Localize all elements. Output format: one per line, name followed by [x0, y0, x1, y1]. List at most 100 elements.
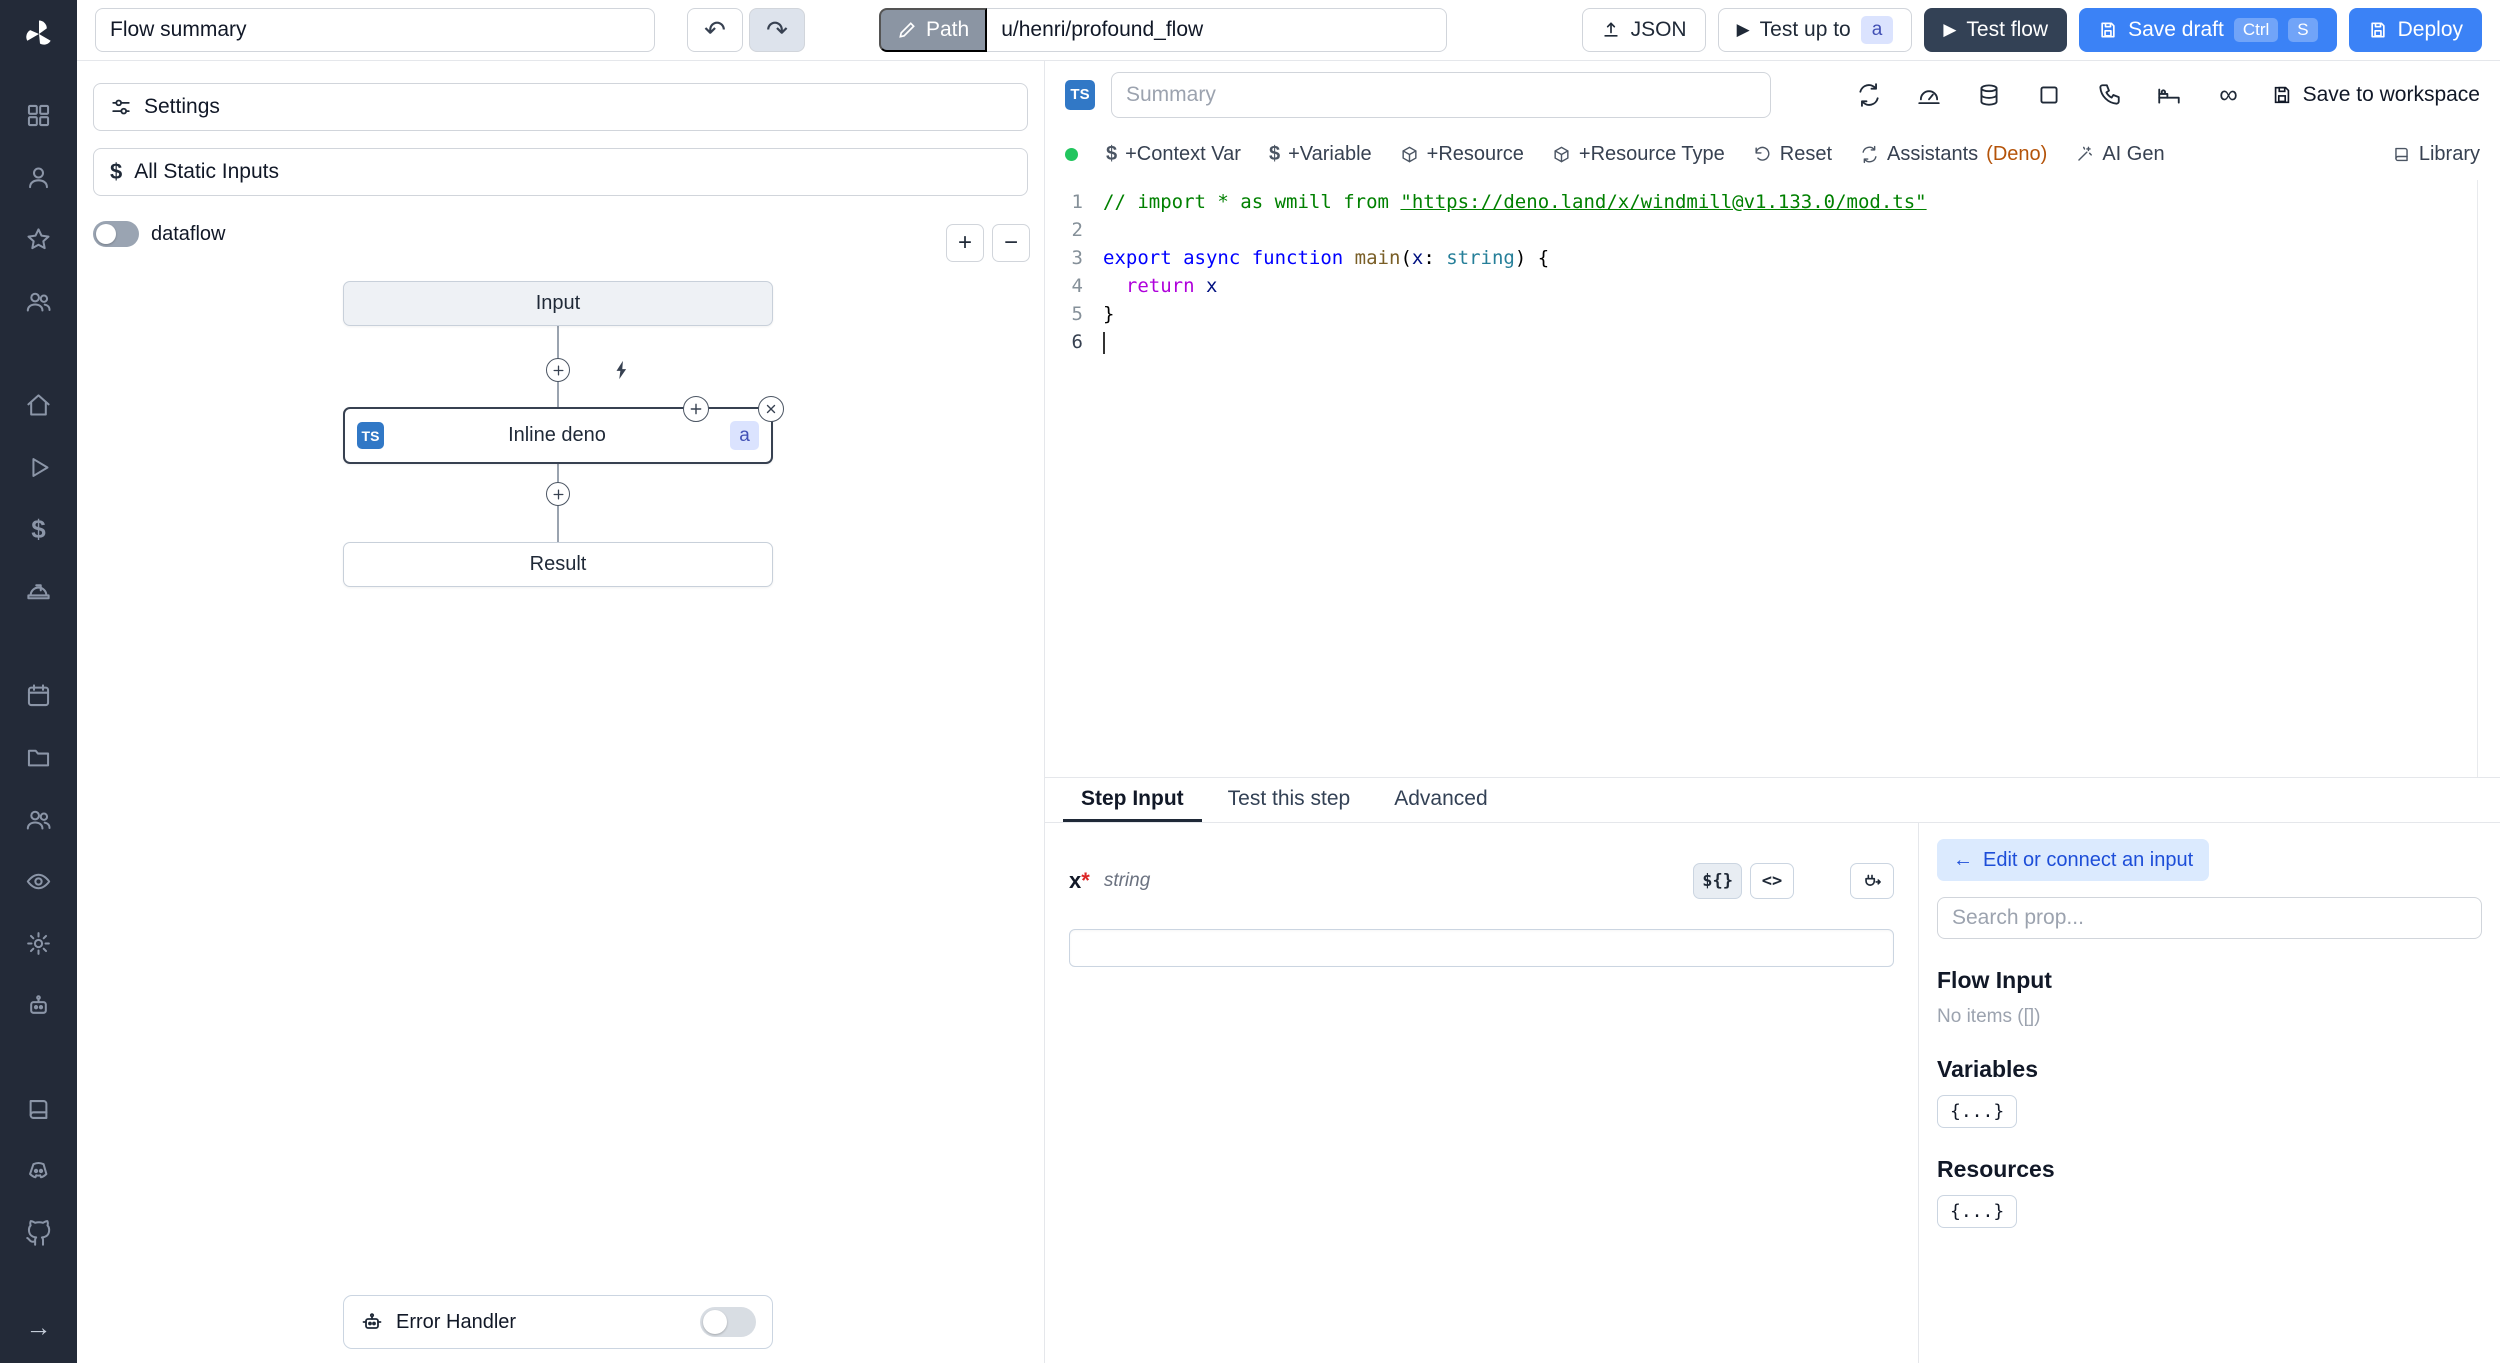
insert-step-button[interactable] — [546, 358, 570, 382]
restart-icon[interactable] — [1851, 77, 1887, 113]
save-draft-button[interactable]: Save draft Ctrl S — [2079, 8, 2337, 52]
editor-scrollbar[interactable] — [2477, 180, 2478, 777]
library-button[interactable]: Library — [2392, 143, 2480, 166]
add-resource-type-button[interactable]: +Resource Type — [1552, 143, 1725, 166]
param-value-input[interactable] — [1069, 929, 1894, 967]
code-mode-button[interactable]: <> — [1750, 863, 1794, 899]
template-mode-button[interactable]: ${} — [1693, 863, 1742, 899]
resources-title: Resources — [1937, 1156, 2055, 1182]
code-lines: 1// import * as wmill from "https://deno… — [1071, 191, 1927, 354]
gear-icon[interactable] — [17, 921, 61, 965]
insert-step-button[interactable] — [546, 482, 570, 506]
eye-icon[interactable] — [17, 859, 61, 903]
redo-icon: ↷ — [766, 14, 788, 45]
ai-gen-button[interactable]: AI Gen — [2075, 143, 2165, 166]
flow-summary-input[interactable] — [95, 8, 655, 52]
github-icon[interactable] — [17, 1211, 61, 1255]
dollar-icon: $ — [110, 159, 123, 184]
flow-settings-button[interactable]: Settings — [93, 83, 1028, 131]
star-icon[interactable] — [17, 217, 61, 261]
home-icon[interactable] — [17, 383, 61, 427]
lsp-status-dot — [1065, 147, 1078, 161]
error-handler-toggle[interactable] — [700, 1307, 756, 1337]
edit-or-connect-button[interactable]: ← Edit or connect an input — [1937, 839, 2210, 881]
json-button[interactable]: JSON — [1581, 8, 1706, 52]
play-icon[interactable] — [17, 445, 61, 489]
folder-icon[interactable] — [17, 735, 61, 779]
zoom-out-button[interactable]: − — [992, 224, 1030, 262]
flow-editor-app: $ → ↶ ↷ Path — [0, 0, 2500, 1363]
play-icon: ▶ — [1736, 20, 1750, 39]
step-settings-icons: ∞ Save to workspace — [1851, 77, 2480, 113]
edit-path-button[interactable]: Path — [879, 8, 988, 52]
concurrency-square-icon[interactable] — [2031, 77, 2067, 113]
trigger-bolt-button[interactable] — [610, 358, 634, 382]
bolt-icon — [616, 360, 627, 380]
phone-icon[interactable] — [2091, 77, 2127, 113]
save-to-workspace-button[interactable]: Save to workspace — [2271, 83, 2480, 107]
save-icon — [2101, 22, 2115, 38]
search-prop-input[interactable] — [1937, 897, 2482, 939]
robot-icon[interactable] — [17, 983, 61, 1027]
tab-step-input[interactable]: Step Input — [1063, 778, 1202, 822]
tab-test-this-step[interactable]: Test this step — [1210, 778, 1369, 822]
discord-icon[interactable] — [17, 1149, 61, 1193]
cube-icon — [1402, 146, 1417, 162]
tab-advanced[interactable]: Advanced — [1376, 778, 1505, 822]
dataflow-toggle[interactable] — [93, 221, 139, 247]
code-editor[interactable]: 1// import * as wmill from "https://deno… — [1045, 180, 2500, 777]
node-add-button[interactable] — [683, 396, 709, 422]
dataflow-label: dataflow — [151, 222, 226, 245]
variables-title: Variables — [1937, 1056, 2039, 1082]
hard-hat-icon[interactable] — [17, 569, 61, 613]
flow-input-title: Flow Input — [1937, 967, 2052, 993]
members-icon[interactable] — [17, 797, 61, 841]
dollar-icon: $ — [1106, 142, 1118, 165]
add-context-var-button[interactable]: $ +Context Var — [1106, 143, 1241, 166]
deploy-button[interactable]: Deploy — [2348, 8, 2482, 52]
prop-picker-panel: ← Edit or connect an input Flow Input No… — [1918, 823, 2500, 1363]
assistants-button[interactable]: Assistants (Deno) — [1860, 143, 2047, 166]
flow-node-result[interactable]: Result — [343, 542, 773, 587]
required-mark: * — [1081, 868, 1090, 893]
flow-node-input[interactable]: Input — [343, 281, 773, 326]
expand-sidebar-button[interactable]: → — [17, 1305, 61, 1349]
zoom-in-button[interactable]: + — [946, 224, 984, 262]
book-icon — [2395, 147, 2408, 161]
add-resource-button[interactable]: +Resource — [1400, 143, 1524, 166]
windmill-logo[interactable] — [19, 14, 59, 54]
step-summary-input[interactable] — [1111, 71, 1771, 118]
pencil-icon — [899, 22, 915, 38]
undo-icon: ↶ — [704, 14, 726, 45]
path-input[interactable] — [987, 8, 1448, 52]
error-handler-box[interactable]: Error Handler — [343, 1295, 773, 1349]
test-up-to-button[interactable]: ▶ Test up to a — [1717, 8, 1913, 52]
redo-button[interactable]: ↷ — [749, 8, 805, 52]
undo-button[interactable]: ↶ — [687, 8, 743, 52]
gauge-icon[interactable] — [1911, 77, 1947, 113]
users-icon[interactable] — [17, 279, 61, 323]
book-icon[interactable] — [17, 1087, 61, 1131]
node-delete-button[interactable] — [758, 396, 784, 422]
variables-chip[interactable]: {...} — [1937, 1095, 2018, 1128]
apps-grid-icon[interactable] — [17, 93, 61, 137]
add-variable-button[interactable]: $ +Variable — [1269, 143, 1372, 166]
static-inputs-button[interactable]: $ All Static Inputs — [93, 148, 1028, 196]
infinity-icon[interactable]: ∞ — [2211, 77, 2247, 113]
arrow-left-icon: ← — [1953, 848, 1973, 871]
resources-chip[interactable]: {...} — [1937, 1195, 2018, 1228]
user-icon[interactable] — [17, 155, 61, 199]
calendar-icon[interactable] — [17, 673, 61, 717]
test-flow-button[interactable]: ▶ Test flow — [1924, 8, 2068, 52]
database-icon[interactable] — [1971, 77, 2007, 113]
flow-node-inline-deno[interactable]: TS Inline deno a — [343, 396, 784, 464]
connect-input-button[interactable] — [1850, 863, 1894, 899]
save-icon — [2274, 86, 2289, 103]
save-icon — [2370, 22, 2385, 38]
error-handler-label: Error Handler — [396, 1310, 517, 1333]
dollar-icon[interactable]: $ — [17, 507, 61, 551]
sleep-icon[interactable] — [2151, 77, 2187, 113]
step-input-panel: x * string ${} <> — [1045, 823, 1918, 1363]
typescript-badge: TS — [357, 422, 384, 449]
reset-button[interactable]: Reset — [1753, 143, 1832, 166]
